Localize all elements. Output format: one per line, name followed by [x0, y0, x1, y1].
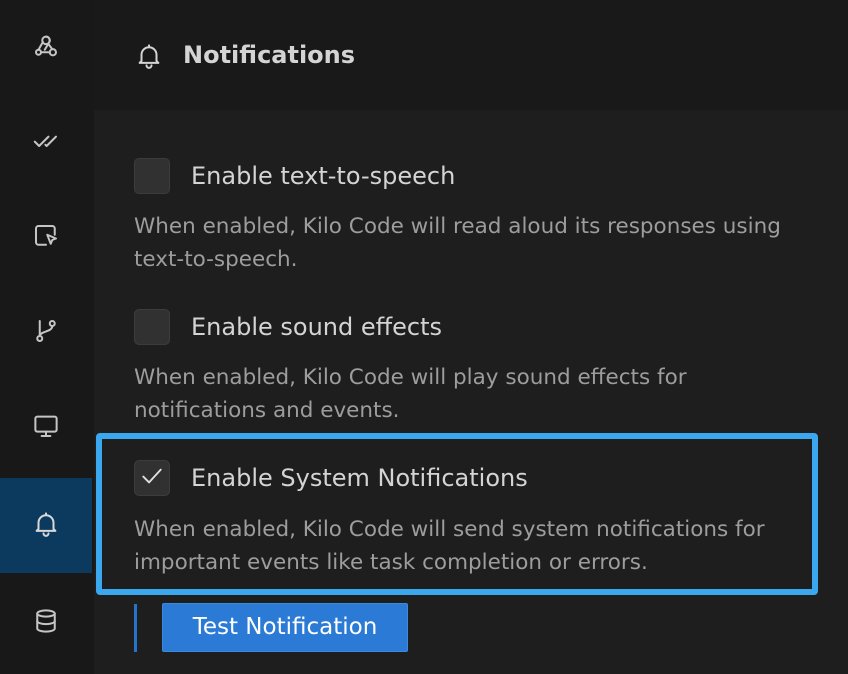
- settings-window: Notifications Enable text-to-speech When…: [0, 0, 848, 674]
- sidebar-item-context[interactable]: [0, 575, 92, 670]
- webhook-icon: [31, 31, 61, 65]
- bell-icon: [31, 509, 61, 543]
- sidebar: [0, 0, 94, 674]
- database-icon: [31, 606, 61, 640]
- sidebar-item-display[interactable]: [0, 380, 92, 475]
- indent-rule: [134, 604, 137, 652]
- git-branch-icon: [31, 316, 61, 350]
- sidebar-item-auto-approve[interactable]: [0, 95, 92, 190]
- system-notifications-label[interactable]: Enable System Notifications: [191, 461, 528, 495]
- sidebar-item-notifications[interactable]: [0, 478, 92, 573]
- check-all-icon: [31, 126, 61, 160]
- sidebar-item-checkpoints[interactable]: [0, 285, 92, 380]
- sidebar-item-browser[interactable]: [0, 190, 92, 285]
- page-title: Notifications: [183, 41, 356, 69]
- monitor-icon: [31, 411, 61, 445]
- sound-effects-checkbox[interactable]: [134, 309, 170, 345]
- tts-description: When enabled, Kilo Code will read aloud …: [134, 214, 781, 272]
- sound-effects-label[interactable]: Enable sound effects: [191, 310, 442, 344]
- tts-label[interactable]: Enable text-to-speech: [191, 159, 455, 193]
- tts-checkbox[interactable]: [134, 158, 170, 194]
- bell-icon: [134, 40, 164, 72]
- system-notifications-checkbox[interactable]: [134, 460, 170, 496]
- test-notification-button[interactable]: Test Notification: [162, 603, 408, 652]
- system-notifications-description: When enabled, Kilo Code will send system…: [134, 517, 765, 575]
- sidebar-item-webhook[interactable]: [0, 0, 92, 95]
- checkmark-icon: [138, 462, 166, 494]
- sound-effects-description: When enabled, Kilo Code will play sound …: [134, 365, 687, 423]
- pointer-select-icon: [31, 221, 61, 255]
- section-header: Notifications: [94, 0, 848, 110]
